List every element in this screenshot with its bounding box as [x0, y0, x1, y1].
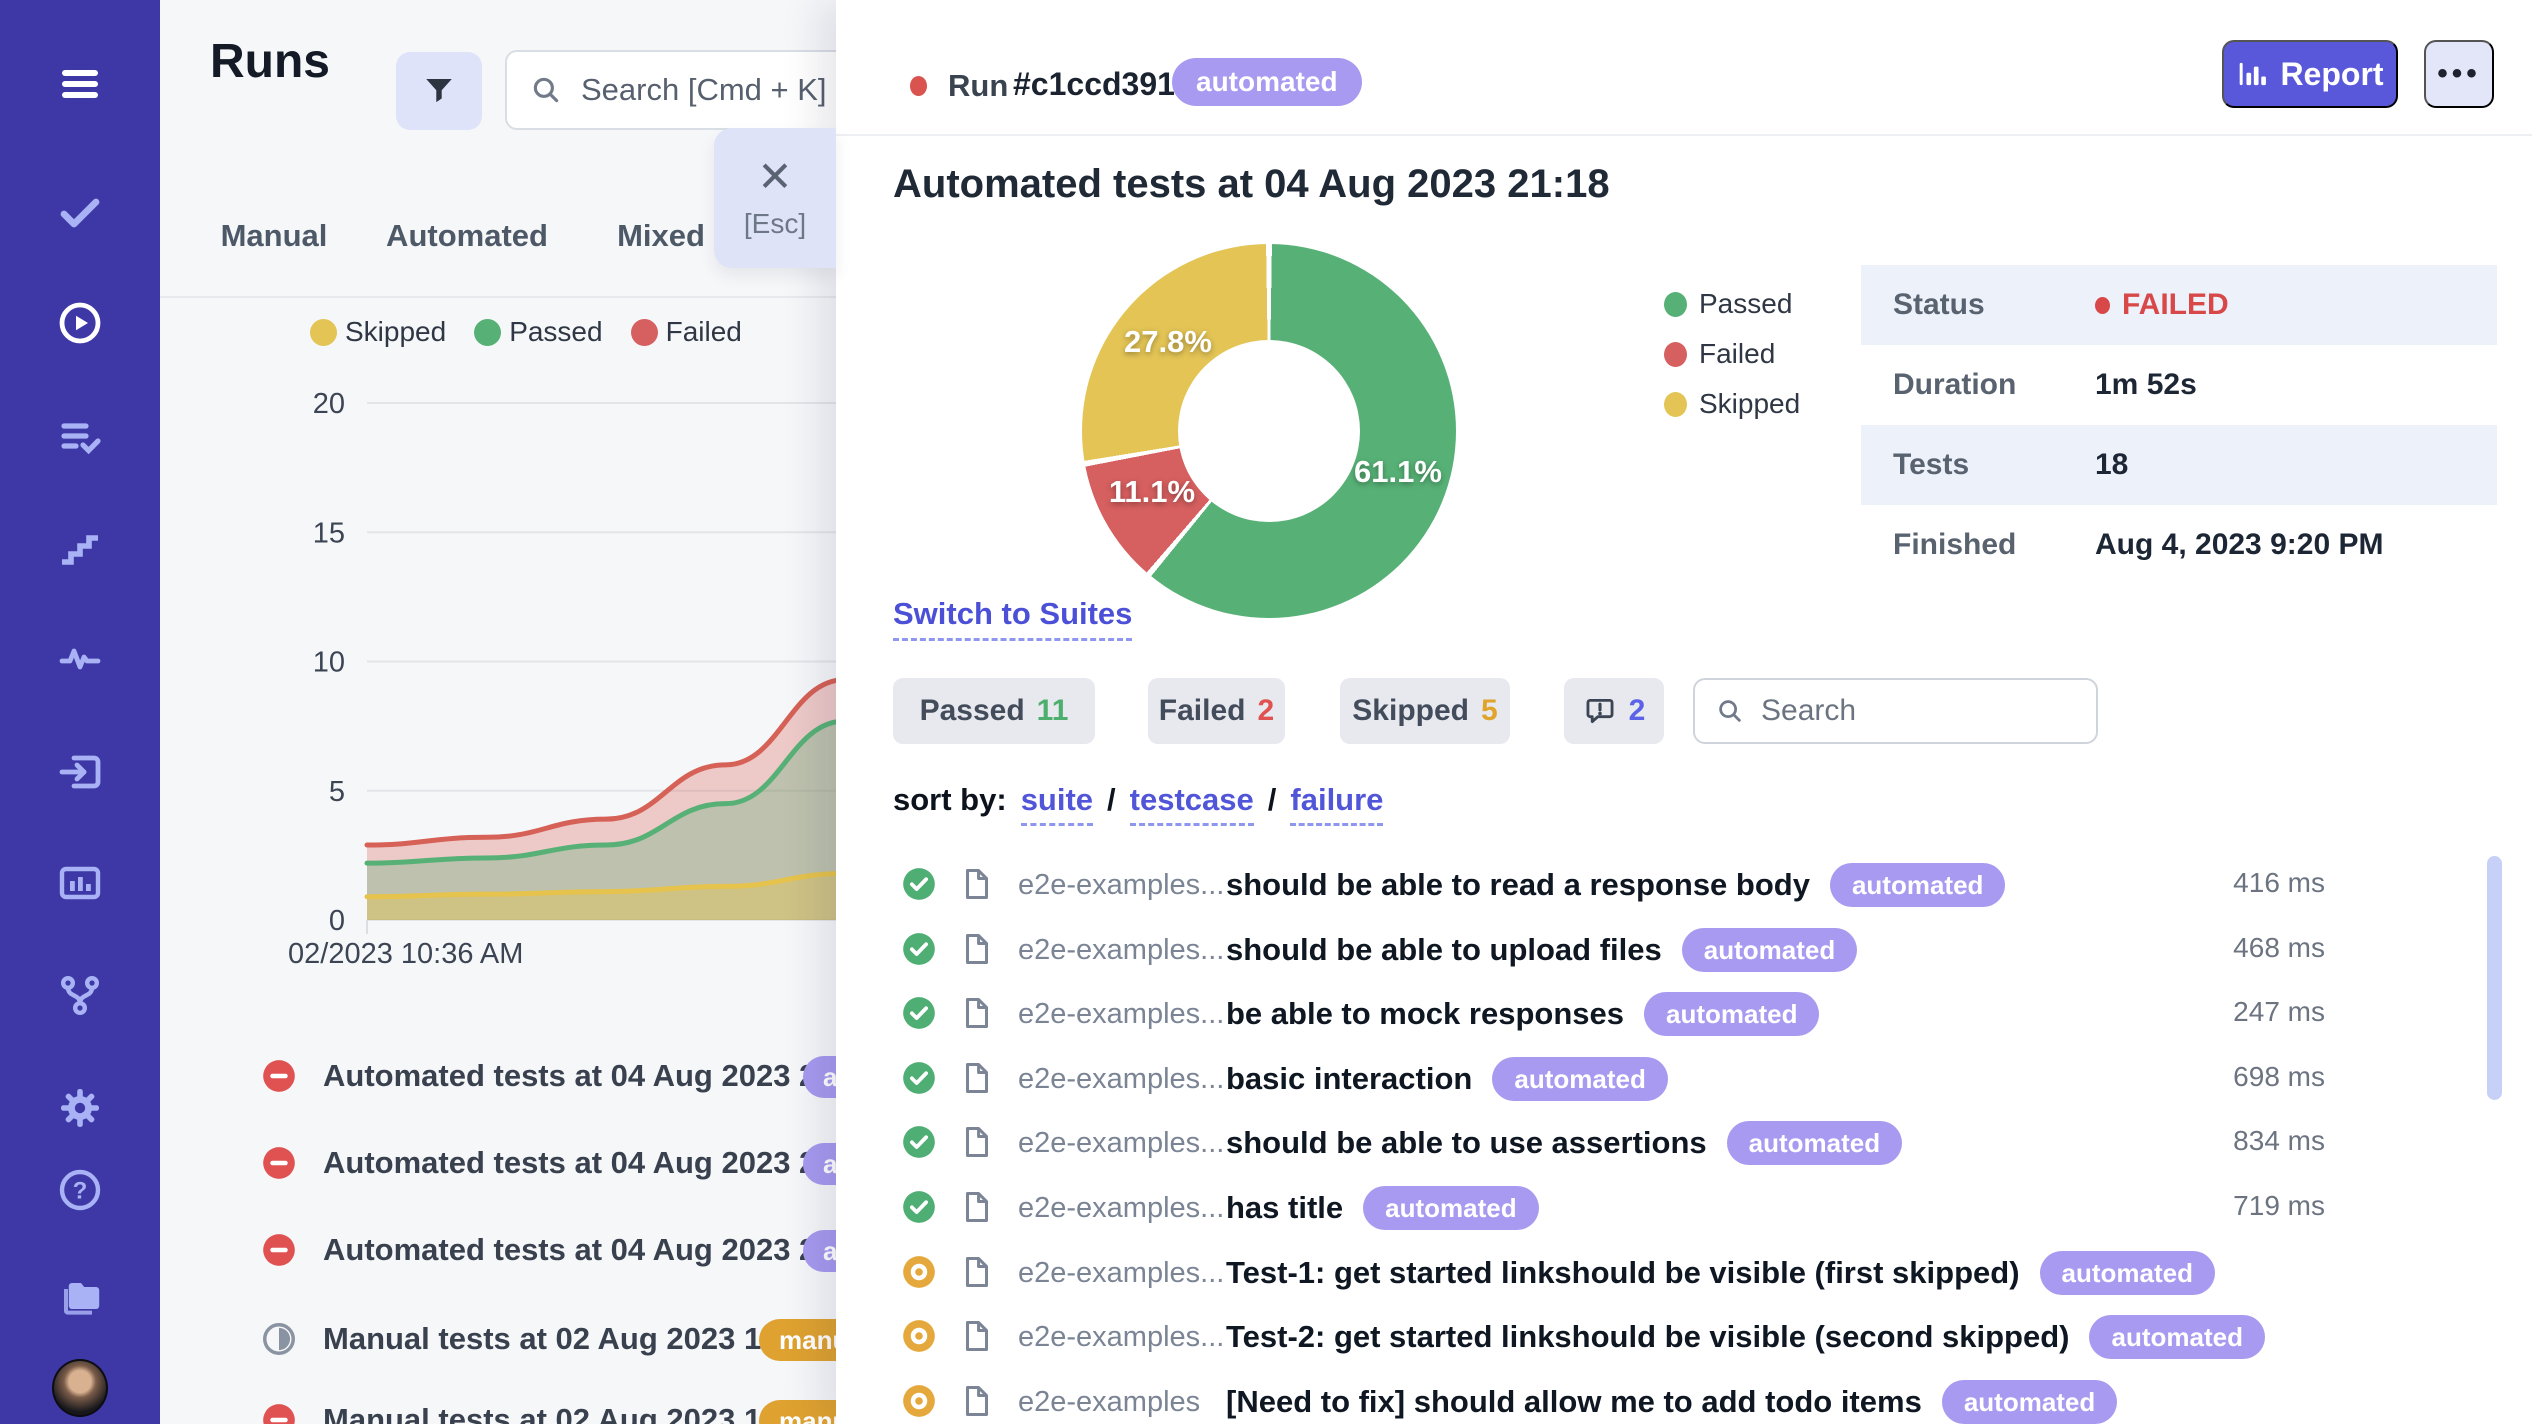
run-status-icon	[260, 1401, 298, 1424]
run-status-icon	[260, 1057, 298, 1095]
test-name: has title	[1226, 1190, 1343, 1226]
test-suite: e2e-examples...	[1018, 869, 1224, 902]
test-type-badge: automated	[1942, 1380, 2117, 1424]
menu-icon[interactable]	[52, 56, 108, 112]
run-detail-panel: Run #c1ccd391 automated Report ••• Autom…	[836, 0, 2532, 1424]
run-list-item[interactable]: Manual tests at 02 Aug 2023 10:55 manual	[160, 1313, 860, 1365]
test-type-badge: automated	[2089, 1315, 2264, 1359]
run-title: Automated tests at 04 Aug 2023 21:15	[323, 1145, 878, 1181]
run-title: Manual tests at 02 Aug 2023 10:24	[323, 1402, 823, 1424]
test-duration: 698 ms	[2125, 1061, 2325, 1093]
test-name: basic interaction	[1226, 1061, 1472, 1097]
sidebar-item-tests[interactable]	[52, 184, 108, 240]
test-duration: 247 ms	[2125, 996, 2325, 1028]
test-list-item[interactable]: e2e-examples... be able to mock response…	[836, 988, 2532, 1040]
test-list-item[interactable]: e2e-examples... has title automated 719 …	[836, 1182, 2532, 1234]
test-duration: 834 ms	[2125, 1125, 2325, 1157]
test-type-badge: automated	[2040, 1251, 2215, 1295]
close-detail-button[interactable]: ✕ [Esc]	[714, 128, 836, 268]
test-list-item[interactable]: e2e-examples... Test-1: get started link…	[836, 1247, 2532, 1299]
test-suite: e2e-examples...	[1018, 1063, 1224, 1096]
test-status-icon	[900, 1059, 938, 1097]
run-status-icon	[260, 1144, 298, 1182]
run-title: Automated tests at 04 Aug 2023 21:18	[323, 1058, 878, 1094]
test-suite: e2e-examples...	[1018, 998, 1224, 1031]
file-icon	[958, 994, 996, 1032]
run-status-icon	[260, 1231, 298, 1269]
test-suite: e2e-examples	[1018, 1386, 1200, 1419]
test-status-icon	[900, 865, 938, 903]
svg-text:?: ?	[73, 1177, 88, 1204]
test-type-badge: automated	[1644, 992, 1819, 1036]
run-list-item[interactable]: Automated tests at 04 Aug 2023 21:15 aut…	[160, 1137, 860, 1189]
close-icon: ✕	[757, 156, 792, 198]
test-type-badge: automated	[1830, 863, 2005, 907]
run-list-item[interactable]: Manual tests at 02 Aug 2023 10:24 manual	[160, 1394, 860, 1424]
app-window: ? Runs Search [Cmd + K] ManualAutomatedM…	[0, 0, 2532, 1424]
test-name: should be able to use assertions	[1226, 1125, 1707, 1161]
file-icon	[958, 1317, 996, 1355]
test-type-badge: automated	[1363, 1186, 1538, 1230]
settings-gear-icon[interactable]	[52, 1080, 108, 1136]
file-icon	[958, 1253, 996, 1291]
avatar	[52, 1359, 108, 1417]
test-status-icon	[900, 1253, 938, 1291]
run-list-item[interactable]: Automated tests at 04 Aug 2023 21:18 aut…	[160, 1050, 860, 1102]
test-list-item[interactable]: e2e-examples... basic interaction automa…	[836, 1053, 2532, 1105]
sidebar-item-test-plans[interactable]	[52, 408, 108, 464]
test-type-badge: automated	[1682, 928, 1857, 972]
file-icon	[958, 865, 996, 903]
esc-hint: [Esc]	[744, 208, 806, 240]
sidebar-item-pulse[interactable]	[52, 631, 108, 687]
run-title: Automated tests at 04 Aug 2023 21:11	[323, 1232, 877, 1268]
test-status-icon	[900, 1317, 938, 1355]
file-icon	[958, 930, 996, 968]
test-name: be able to mock responses	[1226, 996, 1624, 1032]
file-icon	[958, 1059, 996, 1097]
test-name: should be able to upload files	[1226, 932, 1662, 968]
test-status-icon	[900, 1188, 938, 1226]
sidebar-item-runs[interactable]	[52, 295, 108, 351]
test-duration: 719 ms	[2125, 1190, 2325, 1222]
test-list-item[interactable]: e2e-examples... should be able to use as…	[836, 1117, 2532, 1169]
test-suite: e2e-examples...	[1018, 1257, 1224, 1290]
tests-scrollbar[interactable]	[2487, 856, 2502, 1100]
sidebar-item-steps[interactable]	[52, 521, 108, 577]
sidebar-item-import[interactable]	[52, 744, 108, 800]
test-suite: e2e-examples...	[1018, 1127, 1224, 1160]
test-name: should be able to read a response body	[1226, 867, 1810, 903]
test-status-icon	[900, 1123, 938, 1161]
test-list-item[interactable]: e2e-examples... Test-2: get started link…	[836, 1311, 2532, 1363]
test-suite: e2e-examples...	[1018, 1192, 1224, 1225]
test-name: Test-1: get started linkshould be visibl…	[1226, 1255, 2020, 1291]
test-type-badge: automated	[1727, 1121, 1902, 1165]
file-icon	[958, 1382, 996, 1420]
run-title: Manual tests at 02 Aug 2023 10:55	[323, 1321, 823, 1357]
test-suite: e2e-examples...	[1018, 1321, 1224, 1354]
file-icon	[958, 1123, 996, 1161]
test-status-icon	[900, 994, 938, 1032]
sidebar-item-projects[interactable]	[52, 1269, 108, 1325]
test-duration: 416 ms	[2125, 867, 2325, 899]
test-suite: e2e-examples...	[1018, 934, 1224, 967]
run-status-icon	[260, 1320, 298, 1358]
test-name: [Need to fix] should allow me to add tod…	[1226, 1384, 1922, 1420]
test-type-badge: automated	[1492, 1057, 1667, 1101]
test-list-item[interactable]: e2e-examples [Need to fix] should allow …	[836, 1376, 2532, 1424]
test-list-item[interactable]: e2e-examples... should be able to upload…	[836, 924, 2532, 976]
test-status-icon	[900, 930, 938, 968]
test-name: Test-2: get started linkshould be visibl…	[1226, 1319, 2069, 1355]
file-icon	[958, 1188, 996, 1226]
sidebar-item-reports[interactable]	[52, 855, 108, 911]
tests-list: e2e-examples... should be able to read a…	[836, 0, 2532, 1424]
sidebar-item-branches[interactable]	[52, 967, 108, 1023]
user-avatar[interactable]	[52, 1360, 108, 1416]
sidebar: ?	[0, 0, 160, 1424]
run-list-item[interactable]: Automated tests at 04 Aug 2023 21:11 aut…	[160, 1224, 860, 1276]
help-icon[interactable]: ?	[52, 1162, 108, 1218]
test-list-item[interactable]: e2e-examples... should be able to read a…	[836, 859, 2532, 911]
test-duration: 468 ms	[2125, 932, 2325, 964]
test-status-icon	[900, 1382, 938, 1420]
